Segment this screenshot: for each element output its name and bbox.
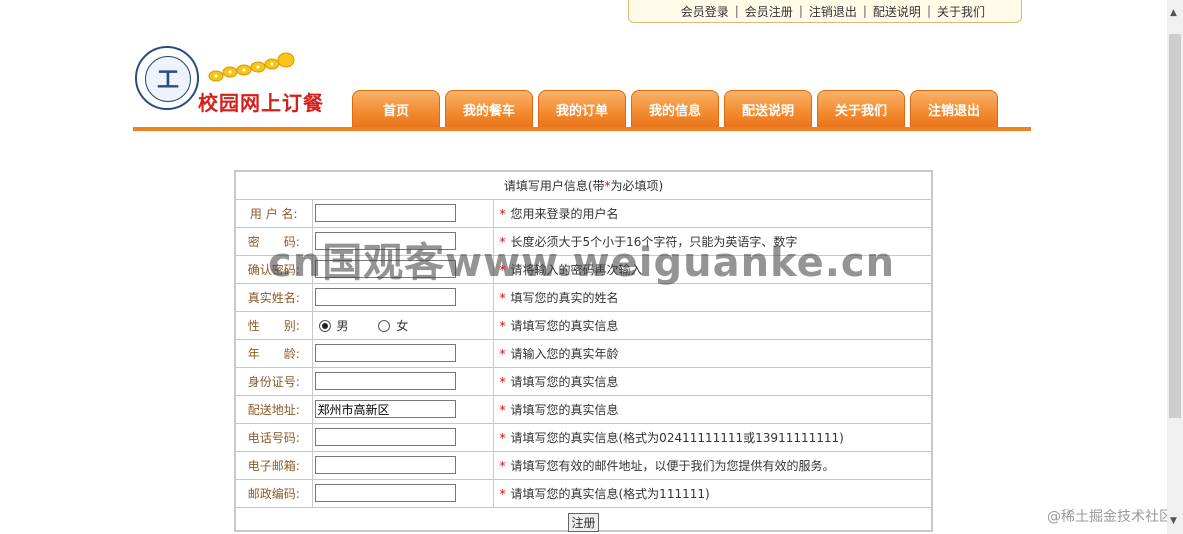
postcode-input[interactable] (314, 484, 456, 502)
email-tip: 请填写您有效的邮件地址，以便于我们为您提供有效的服务。 (510, 458, 835, 473)
site-name: 校园网上订餐 (198, 91, 324, 115)
nav-tab-orders[interactable]: 我的订单 (538, 90, 626, 128)
form-row-postcode: 邮政编码: * 请填写您的真实信息(格式为111111) (234, 478, 933, 508)
radio-checked-icon[interactable] (318, 320, 331, 332)
watermark-text: cn国观客www.weiguanke.cn (268, 240, 896, 286)
gender-option-male[interactable]: 男 (315, 319, 349, 333)
username-tip: 您用来登录的用户名 (510, 206, 619, 221)
topbar-separator: | (926, 4, 931, 18)
scroll-down-icon[interactable]: ▼ (1170, 516, 1177, 526)
gender-tip: 请填写您的真实信息 (510, 318, 619, 333)
form-row-phone: 电话号码: * 请填写您的真实信息(格式为02411111111或13911111… (234, 422, 933, 452)
form-row-username: 用 户 名: * 您用来登录的用户名 (234, 198, 933, 228)
radio-unchecked-icon[interactable] (378, 320, 391, 332)
idcard-tip: 请填写您的真实信息 (510, 374, 619, 389)
main-nav: 首页 我的餐车 我的订单 我的信息 配送说明 关于我们 注销退出 (352, 90, 1003, 128)
scroll-up-icon[interactable]: ▲ (1170, 8, 1177, 18)
required-mark: * (499, 374, 506, 389)
gender-option-female[interactable]: 女 (374, 319, 408, 333)
required-mark: * (499, 402, 506, 417)
required-mark: * (499, 206, 506, 221)
topbar-link-logout[interactable]: 注销退出 (809, 3, 857, 20)
postcode-label: 邮政编码: (234, 478, 313, 508)
scrollbar-thumb[interactable] (1169, 34, 1181, 418)
register-button[interactable]: 注册 (568, 513, 599, 533)
corner-credit: @稀土掘金技术社区 (1047, 509, 1173, 525)
required-mark: * (499, 290, 506, 305)
vertical-scrollbar[interactable]: ▲ ▼ (1167, 0, 1183, 534)
topbar-separator: | (798, 4, 803, 18)
topbar-link-login[interactable]: 会员登录 (681, 3, 729, 20)
required-mark: * (499, 346, 506, 361)
idcard-input[interactable] (314, 372, 456, 390)
nav-tab-home[interactable]: 首页 (352, 90, 440, 128)
age-input[interactable] (314, 344, 456, 362)
topbar-separator: | (862, 4, 867, 18)
coin-ornament-icon (208, 52, 295, 82)
nav-tab-delivery[interactable]: 配送说明 (724, 90, 812, 128)
topbar-link-delivery[interactable]: 配送说明 (873, 3, 921, 20)
username-input[interactable] (314, 204, 456, 222)
topbar-link-register[interactable]: 会员注册 (745, 3, 793, 20)
form-row-idcard: 身份证号: * 请填写您的真实信息 (234, 366, 933, 396)
address-label: 配送地址: (234, 394, 313, 424)
address-tip: 请填写您的真实信息 (510, 402, 619, 417)
form-row-address: 配送地址: * 请填写您的真实信息 (234, 394, 933, 424)
address-input[interactable] (314, 400, 456, 418)
form-header: 请填写用户信息(带*为必填项) (234, 170, 933, 200)
topbar-link-about[interactable]: 关于我们 (937, 3, 985, 20)
gender-label: 性 别: (234, 310, 313, 340)
required-mark: * (499, 486, 506, 501)
member-topbar: 会员登录 | 会员注册 | 注销退出 | 配送说明 | 关于我们 (628, 0, 1022, 23)
form-row-age: 年 龄: * 请输入您的真实年龄 (234, 338, 933, 368)
username-label: 用 户 名: (234, 198, 313, 228)
required-mark: * (499, 430, 506, 445)
age-tip: 请输入您的真实年龄 (510, 346, 619, 361)
idcard-label: 身份证号: (234, 366, 313, 396)
form-row-email: 电子邮箱: * 请填写您有效的邮件地址，以便于我们为您提供有效的服务。 (234, 450, 933, 480)
phone-label: 电话号码: (234, 422, 313, 452)
phone-tip: 请填写您的真实信息(格式为02411111111或13911111111) (510, 430, 844, 445)
realname-tip: 填写您的真实的姓名 (510, 290, 619, 305)
email-input[interactable] (314, 456, 456, 474)
required-mark: * (499, 458, 506, 473)
realname-input[interactable] (314, 288, 456, 306)
registration-form: 请填写用户信息(带*为必填项) 用 户 名: * 您用来登录的用户名 密 码: *… (234, 170, 933, 533)
nav-tab-logout[interactable]: 注销退出 (910, 90, 998, 128)
nav-tab-my-info[interactable]: 我的信息 (631, 90, 719, 128)
nav-tab-about[interactable]: 关于我们 (817, 90, 905, 128)
required-mark: * (499, 318, 506, 333)
email-label: 电子邮箱: (234, 450, 313, 480)
form-row-submit: 注册 (234, 506, 933, 533)
postcode-tip: 请填写您的真实信息(格式为111111) (510, 486, 710, 501)
nav-underline (133, 127, 1031, 131)
phone-input[interactable] (314, 428, 456, 446)
form-row-gender: 性 别: 男 女 * 请填写您的真实信息 (234, 310, 933, 340)
age-label: 年 龄: (234, 338, 313, 368)
university-emblem-icon: 工 (135, 46, 199, 110)
nav-tab-cart[interactable]: 我的餐车 (445, 90, 533, 128)
topbar-separator: | (734, 4, 739, 18)
